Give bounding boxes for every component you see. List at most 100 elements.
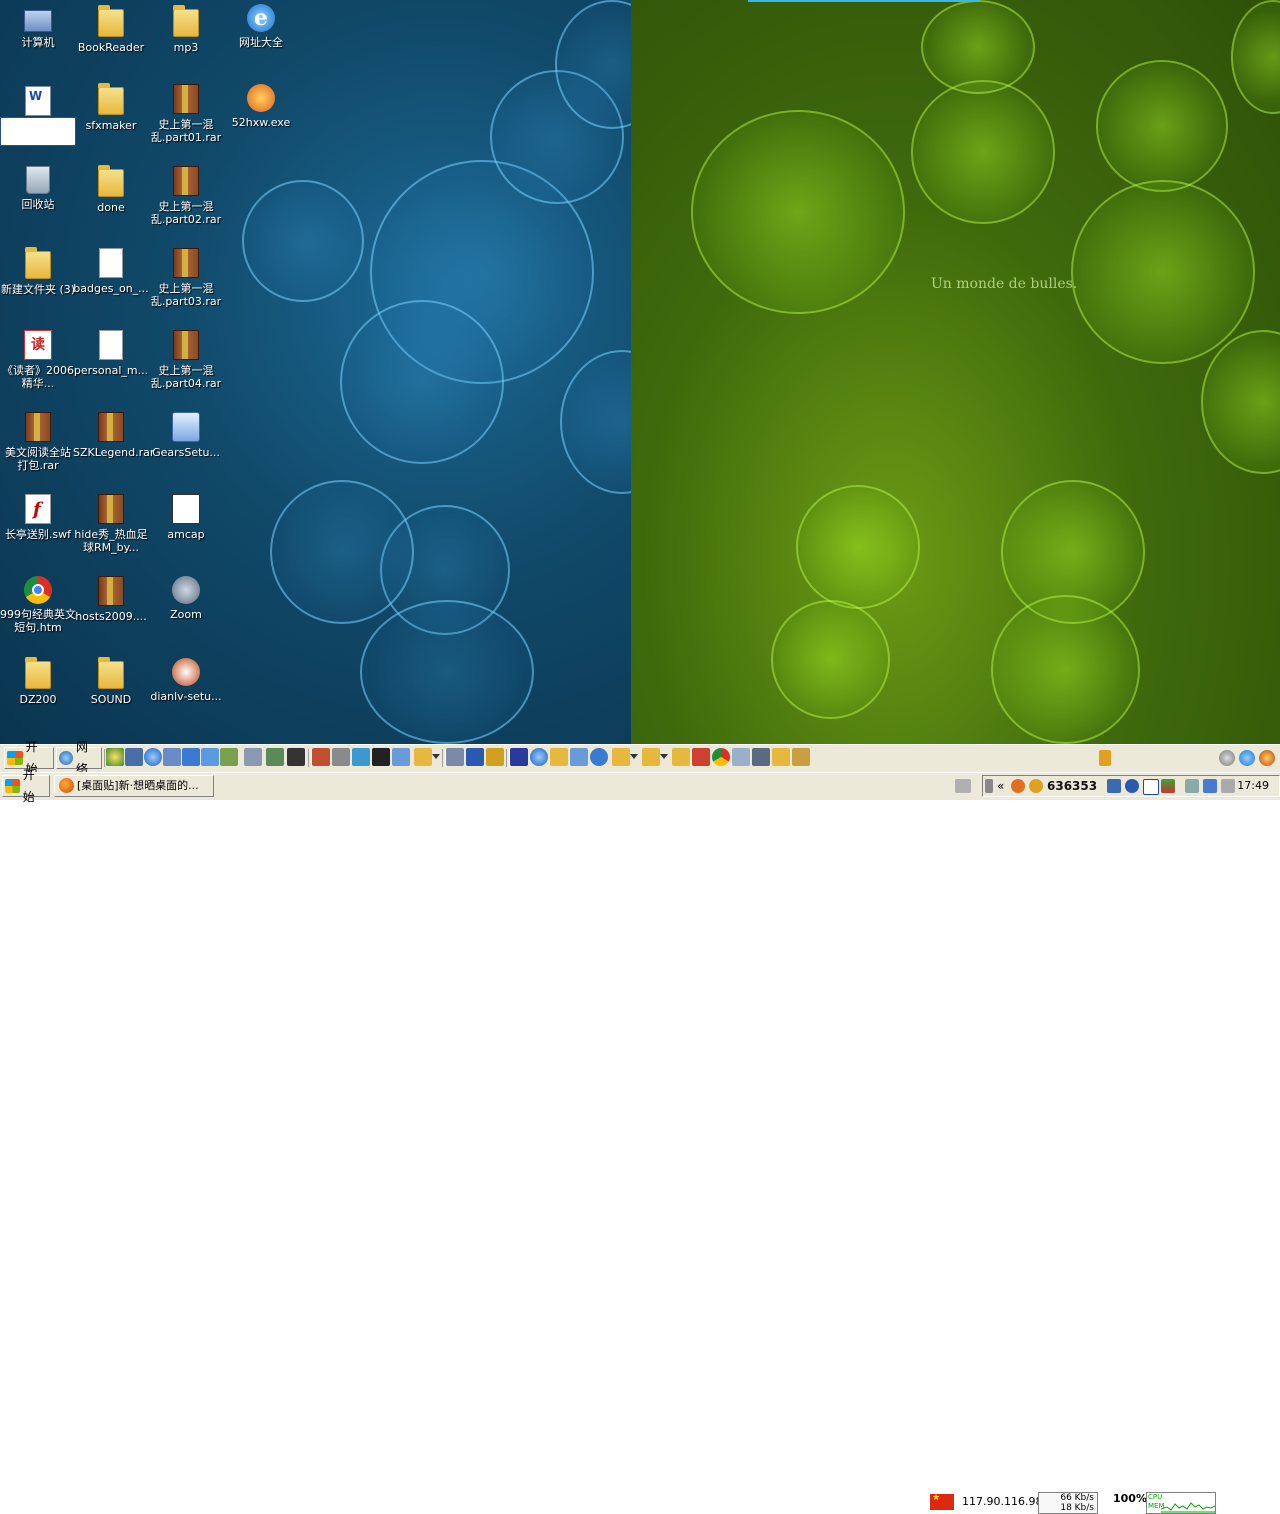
network-tray-icon[interactable]: [1203, 779, 1217, 793]
desktop-icon-part03[interactable]: 史上第一混乱.part03.rar: [148, 248, 224, 308]
desktop-icon-hide[interactable]: hide秀_热血足球RM_by...: [73, 494, 149, 554]
app-icon[interactable]: [792, 748, 810, 766]
desktop-icon-word-doc[interactable]: [0, 86, 76, 116]
app-icon[interactable]: [332, 748, 350, 766]
folder-icon[interactable]: [612, 748, 630, 766]
desktop-icon-rar[interactable]: 美文阅读全站打包.rar: [0, 412, 76, 472]
desktop-icon-sfxmaker[interactable]: sfxmaker: [73, 83, 149, 132]
app-icon[interactable]: [312, 748, 330, 766]
desktop-icon-personal[interactable]: personal_m...: [73, 330, 149, 377]
app-tray-icon[interactable]: [1029, 779, 1043, 793]
quicklaunch-icon[interactable]: [106, 748, 124, 766]
desktop-icon-new-folder[interactable]: 新建文件夹 (3): [0, 247, 76, 296]
desktop-icon-htm[interactable]: 999句经典英文短句.htm: [0, 576, 76, 634]
desktop-icon-hosts[interactable]: hosts2009....: [73, 576, 149, 623]
globe-icon[interactable]: [530, 748, 548, 766]
app-icon[interactable]: [1219, 750, 1235, 766]
desktop-icon-part02[interactable]: 史上第一混乱.part02.rar: [148, 166, 224, 226]
desktop-icon-done[interactable]: done: [73, 165, 149, 214]
app-icon[interactable]: [1239, 750, 1255, 766]
reader-icon: 读: [24, 330, 52, 360]
folder-icon[interactable]: [642, 748, 660, 766]
desktop-icon-dz200[interactable]: DZ200: [0, 657, 76, 706]
app-icon[interactable]: [1259, 750, 1275, 766]
rename-input[interactable]: [0, 117, 76, 146]
app-icon[interactable]: [732, 748, 750, 766]
app-icon[interactable]: [220, 748, 238, 766]
desktop-icon-gearssetup[interactable]: GearsSetu...: [148, 412, 224, 459]
taskbar-item-firefox[interactable]: [桌面贴]新·想晒桌面的...: [54, 775, 214, 797]
chrome-icon[interactable]: [712, 748, 730, 766]
chevron-down-icon[interactable]: [432, 754, 440, 759]
app-icon[interactable]: [352, 748, 370, 766]
chevron-left-icon[interactable]: «: [997, 779, 1007, 793]
desktop-icon-badges[interactable]: badges_on_...: [73, 248, 149, 295]
fireworks-icon[interactable]: [486, 748, 504, 766]
computer-icon: [24, 10, 52, 32]
chevron-down-icon[interactable]: [660, 754, 668, 759]
folder-icon[interactable]: [772, 748, 790, 766]
desktop-icon-szklegend[interactable]: SZKLegend.rar: [73, 412, 154, 459]
desktop-icon-swf[interactable]: 长亭送别.swf: [0, 494, 76, 541]
ie-icon[interactable]: [144, 748, 162, 766]
amcap-icon: [172, 494, 200, 524]
windows-icon[interactable]: [182, 748, 200, 766]
up-down-arrows-icon[interactable]: [1161, 779, 1175, 793]
app-icon[interactable]: [266, 748, 284, 766]
app-icon[interactable]: [446, 748, 464, 766]
desktop-icon-label: 999句经典英文短句.htm: [0, 608, 76, 634]
desktop-icon-url-directory[interactable]: 网址大全: [223, 4, 299, 49]
window-edge: [748, 0, 980, 2]
desktop-icon-recycle-bin[interactable]: 回收站: [0, 166, 76, 211]
device-icon[interactable]: [1185, 779, 1199, 793]
app-icon[interactable]: [510, 748, 528, 766]
grid-icon[interactable]: [125, 748, 143, 766]
app-icon[interactable]: [244, 748, 262, 766]
desktop-icon-bookreader[interactable]: BookReader: [73, 5, 149, 54]
chevron-down-icon[interactable]: [630, 754, 638, 759]
desktop-icon-part01[interactable]: 史上第一混乱.part01.rar: [148, 84, 224, 144]
tray-toggle-icon[interactable]: [985, 779, 993, 793]
folder-icon[interactable]: [672, 748, 690, 766]
task-title: [桌面贴]新·想晒桌面的...: [77, 779, 199, 792]
desktop-icon-zoom[interactable]: Zoom: [148, 576, 224, 621]
desktop-icon-part04[interactable]: 史上第一混乱.part04.rar: [148, 330, 224, 390]
desktop-icon-mp3[interactable]: mp3: [148, 5, 224, 54]
desktop-icon-label: 回收站: [21, 198, 55, 211]
bubble: [796, 485, 920, 609]
app-icon[interactable]: [692, 748, 710, 766]
speaker-icon[interactable]: [1221, 779, 1235, 793]
recycle-bin-icon: [26, 166, 50, 194]
battery-icon: [1099, 750, 1111, 766]
app-icon[interactable]: [590, 748, 608, 766]
desktop-icon-52hxw[interactable]: 52hxw.exe: [223, 84, 299, 129]
folder-icon[interactable]: [414, 748, 432, 766]
desktop-icon-sound[interactable]: SOUND: [73, 657, 149, 706]
start-button[interactable]: 开始: [2, 768, 50, 804]
system-tray: « 636353 17:49: [982, 775, 1280, 797]
installer-icon: [172, 412, 200, 442]
app-icon[interactable]: [287, 748, 305, 766]
app-icon[interactable]: [392, 748, 410, 766]
desktop-icon-reader[interactable]: 读《读者》2006精华...: [0, 330, 76, 390]
clock: 17:49: [1237, 779, 1269, 792]
qq-icon[interactable]: [1011, 779, 1025, 793]
desktop-icon-dianlv[interactable]: dianlv-setu...: [148, 658, 224, 703]
start-label: 开始: [22, 768, 35, 804]
desktop-icon-computer[interactable]: 计算机: [0, 6, 76, 49]
app-icon[interactable]: [752, 748, 770, 766]
network-button[interactable]: 网络: [56, 740, 102, 776]
desktop-icon[interactable]: [163, 748, 181, 766]
ie-icon[interactable]: [1125, 779, 1139, 793]
keyboard-icon[interactable]: [955, 779, 971, 793]
app-icon[interactable]: [570, 748, 588, 766]
folder-icon[interactable]: [550, 748, 568, 766]
desktop-icon-amcap[interactable]: amcap: [148, 494, 224, 541]
rar-icon: [173, 84, 199, 114]
monitor-icon[interactable]: [1107, 779, 1121, 793]
word-icon[interactable]: [1143, 779, 1159, 795]
app-icon[interactable]: [466, 748, 484, 766]
explorer-icon[interactable]: [201, 748, 219, 766]
desktop-icon-label: amcap: [167, 528, 205, 541]
cmd-icon[interactable]: [372, 748, 390, 766]
